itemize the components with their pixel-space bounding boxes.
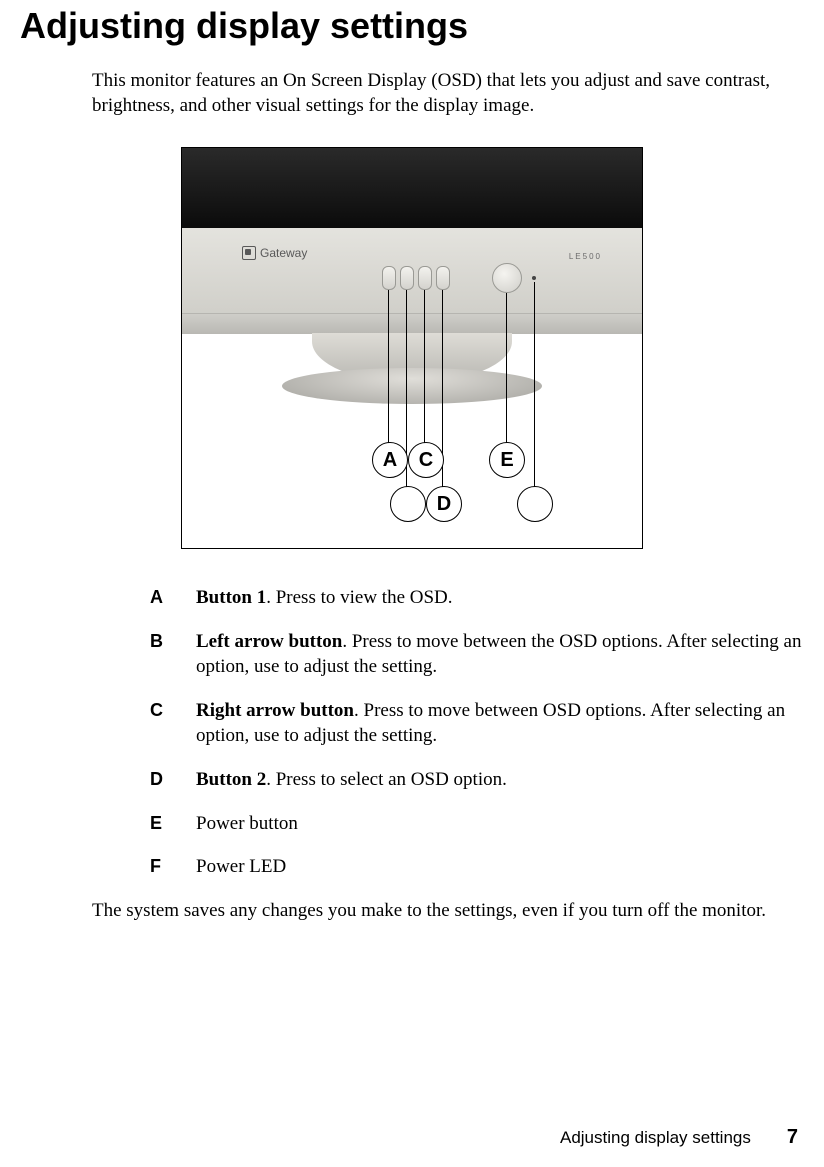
callout-label-f (517, 486, 553, 522)
legend-letter: D (150, 767, 196, 791)
legend-letter: E (150, 811, 196, 835)
leader-line (534, 282, 535, 490)
page-footer: Adjusting display settings 7 (560, 1126, 798, 1149)
legend-item: A Button 1. Press to view the OSD. (150, 585, 804, 611)
intro-paragraph: This monitor features an On Screen Displ… (92, 68, 804, 119)
osd-button-1 (382, 266, 396, 290)
legend-item: B Left arrow button. Press to move betwe… (150, 629, 804, 680)
closing-paragraph: The system saves any changes you make to… (92, 898, 804, 924)
callout-label-b (390, 486, 426, 522)
legend-letter: A (150, 585, 196, 609)
footer-page-number: 7 (787, 1126, 798, 1149)
callout-label-d: D (426, 486, 462, 522)
monitor-screen (182, 148, 642, 228)
brand-icon (242, 246, 256, 260)
left-arrow-button (400, 266, 414, 290)
legend-letter: C (150, 698, 196, 722)
osd-button-2 (436, 266, 450, 290)
legend-letter: B (150, 629, 196, 653)
button-legend: A Button 1. Press to view the OSD. B Lef… (150, 585, 804, 880)
callout-label-a: A (372, 442, 408, 478)
legend-item: F Power LED (150, 854, 804, 880)
legend-text: Button 1. Press to view the OSD. (196, 585, 453, 611)
footer-section-title: Adjusting display settings (560, 1128, 751, 1148)
legend-text: Power button (196, 811, 298, 837)
model-label: LE500 (569, 252, 602, 261)
monitor-chin (182, 313, 642, 334)
leader-line (506, 293, 507, 445)
leader-line (424, 290, 425, 445)
page-heading: Adjusting display settings (20, 0, 804, 46)
brand-text: Gateway (260, 246, 307, 260)
monitor-base (282, 368, 542, 404)
legend-letter: F (150, 854, 196, 878)
right-arrow-button (418, 266, 432, 290)
legend-text: Power LED (196, 854, 286, 880)
legend-text: Left arrow button. Press to move between… (196, 629, 804, 680)
monitor-figure: Gateway LE500 A C D E (181, 147, 643, 549)
leader-line (388, 290, 389, 445)
legend-item: C Right arrow button. Press to move betw… (150, 698, 804, 749)
legend-item: D Button 2. Press to select an OSD optio… (150, 767, 804, 793)
brand-logo: Gateway (242, 246, 307, 260)
power-button (492, 263, 522, 293)
callout-label-e: E (489, 442, 525, 478)
callout-label-c: C (408, 442, 444, 478)
legend-text: Right arrow button. Press to move betwee… (196, 698, 804, 749)
power-led (532, 276, 536, 280)
legend-item: E Power button (150, 811, 804, 837)
legend-text: Button 2. Press to select an OSD option. (196, 767, 507, 793)
